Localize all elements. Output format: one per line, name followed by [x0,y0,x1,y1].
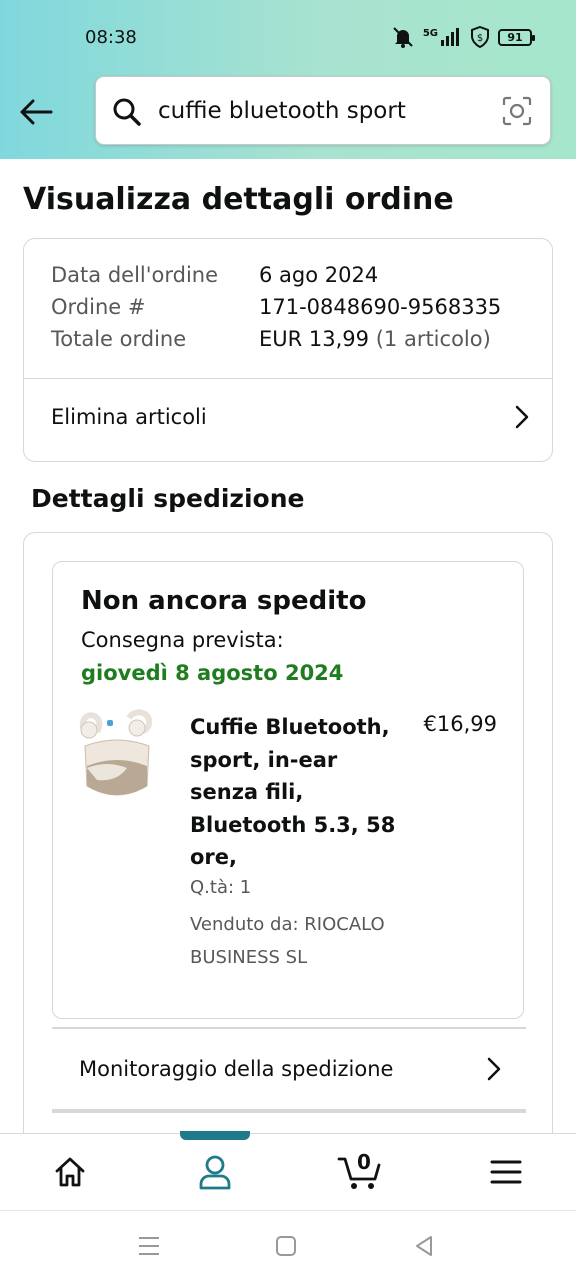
delete-items-label: Elimina articoli [51,405,207,429]
nav-home[interactable] [50,1152,90,1192]
order-item-count: (1 articolo) [375,327,491,351]
chevron-right-icon [487,1057,501,1081]
active-tab-indicator [180,1131,250,1140]
home-system-button[interactable] [273,1233,299,1259]
cart-count: 0 [357,1150,371,1174]
search-icon [113,98,141,126]
order-date-row: Data dell'ordine 6 ago 2024 [51,263,378,287]
shield-icon: $ [471,26,489,48]
menu-icon [490,1160,522,1184]
shipment-section-title: Dettagli spedizione [31,484,305,513]
order-summary-card: Data dell'ordine 6 ago 2024 Ordine # 171… [23,238,553,462]
search-input[interactable]: cuffie bluetooth sport [158,98,406,124]
order-number-label: Ordine # [51,295,146,319]
square-home-icon [276,1236,296,1256]
product-price: €16,99 [423,712,497,736]
home-icon [55,1157,85,1187]
battery-indicator: 91 [498,28,535,46]
header: 08:38 5G $ 91 cuffie bluetooth sport [0,0,576,159]
product-quantity: Q.tà: 1 [190,877,252,898]
divider [52,1027,526,1029]
back-arrow-icon [20,99,53,125]
mute-icon [393,27,413,48]
network-label: 5G [422,27,438,39]
shipment-card: Non ancora spedito Consegna prevista: gi… [23,532,553,1152]
order-total-value: EUR 13,99 (1 articolo) [259,327,491,351]
order-date-label: Data dell'ordine [51,263,219,287]
search-bar[interactable]: cuffie bluetooth sport [95,76,551,145]
camera-search-icon[interactable] [502,96,532,126]
page-title: Visualizza dettagli ordine [23,182,454,217]
recent-apps-button[interactable] [136,1233,162,1259]
product-image[interactable] [77,708,159,804]
order-total-row: Totale ordine EUR 13,99 (1 articolo) [51,327,491,351]
delivery-label: Consegna prevista: [81,628,284,652]
product-name[interactable]: Cuffie Bluetooth, sport, in-ear senza fi… [190,711,400,874]
order-date-value: 6 ago 2024 [259,263,379,287]
order-total-label: Totale ordine [51,327,187,351]
back-button[interactable] [16,92,56,132]
order-number-row: Ordine # 171-0848690-9568335 [51,295,501,319]
divider [52,1109,526,1113]
track-shipment-label: Monitoraggio della spedizione [79,1057,394,1081]
system-navigation-bar [0,1210,576,1280]
recent-apps-icon [139,1237,159,1255]
product-seller: Venduto da: RIOCALO BUSINESS SL [190,914,385,968]
shipment-status: Non ancora spedito [81,586,367,616]
delivery-date: giovedì 8 agosto 2024 [81,661,344,685]
delete-items-link[interactable]: Elimina articoli [51,391,530,443]
back-system-button[interactable] [411,1233,437,1259]
triangle-back-icon [416,1236,432,1256]
order-total-amount: EUR 13,99 [259,327,370,351]
divider [24,378,552,379]
shipment-item-card: Non ancora spedito Consegna prevista: gi… [52,561,524,1019]
order-number-value: 171-0848690-9568335 [259,295,502,319]
bottom-nav [0,1133,576,1210]
nav-account[interactable] [195,1152,235,1192]
track-shipment-link[interactable]: Monitoraggio della spedizione [79,1041,502,1097]
status-time: 08:38 [85,27,137,48]
signal-icon [441,28,459,46]
status-icons: 5G $ 91 [391,26,535,48]
svg-text:$: $ [477,33,483,44]
account-icon [199,1155,231,1190]
nav-menu[interactable] [486,1152,526,1192]
chevron-right-icon [515,405,529,429]
